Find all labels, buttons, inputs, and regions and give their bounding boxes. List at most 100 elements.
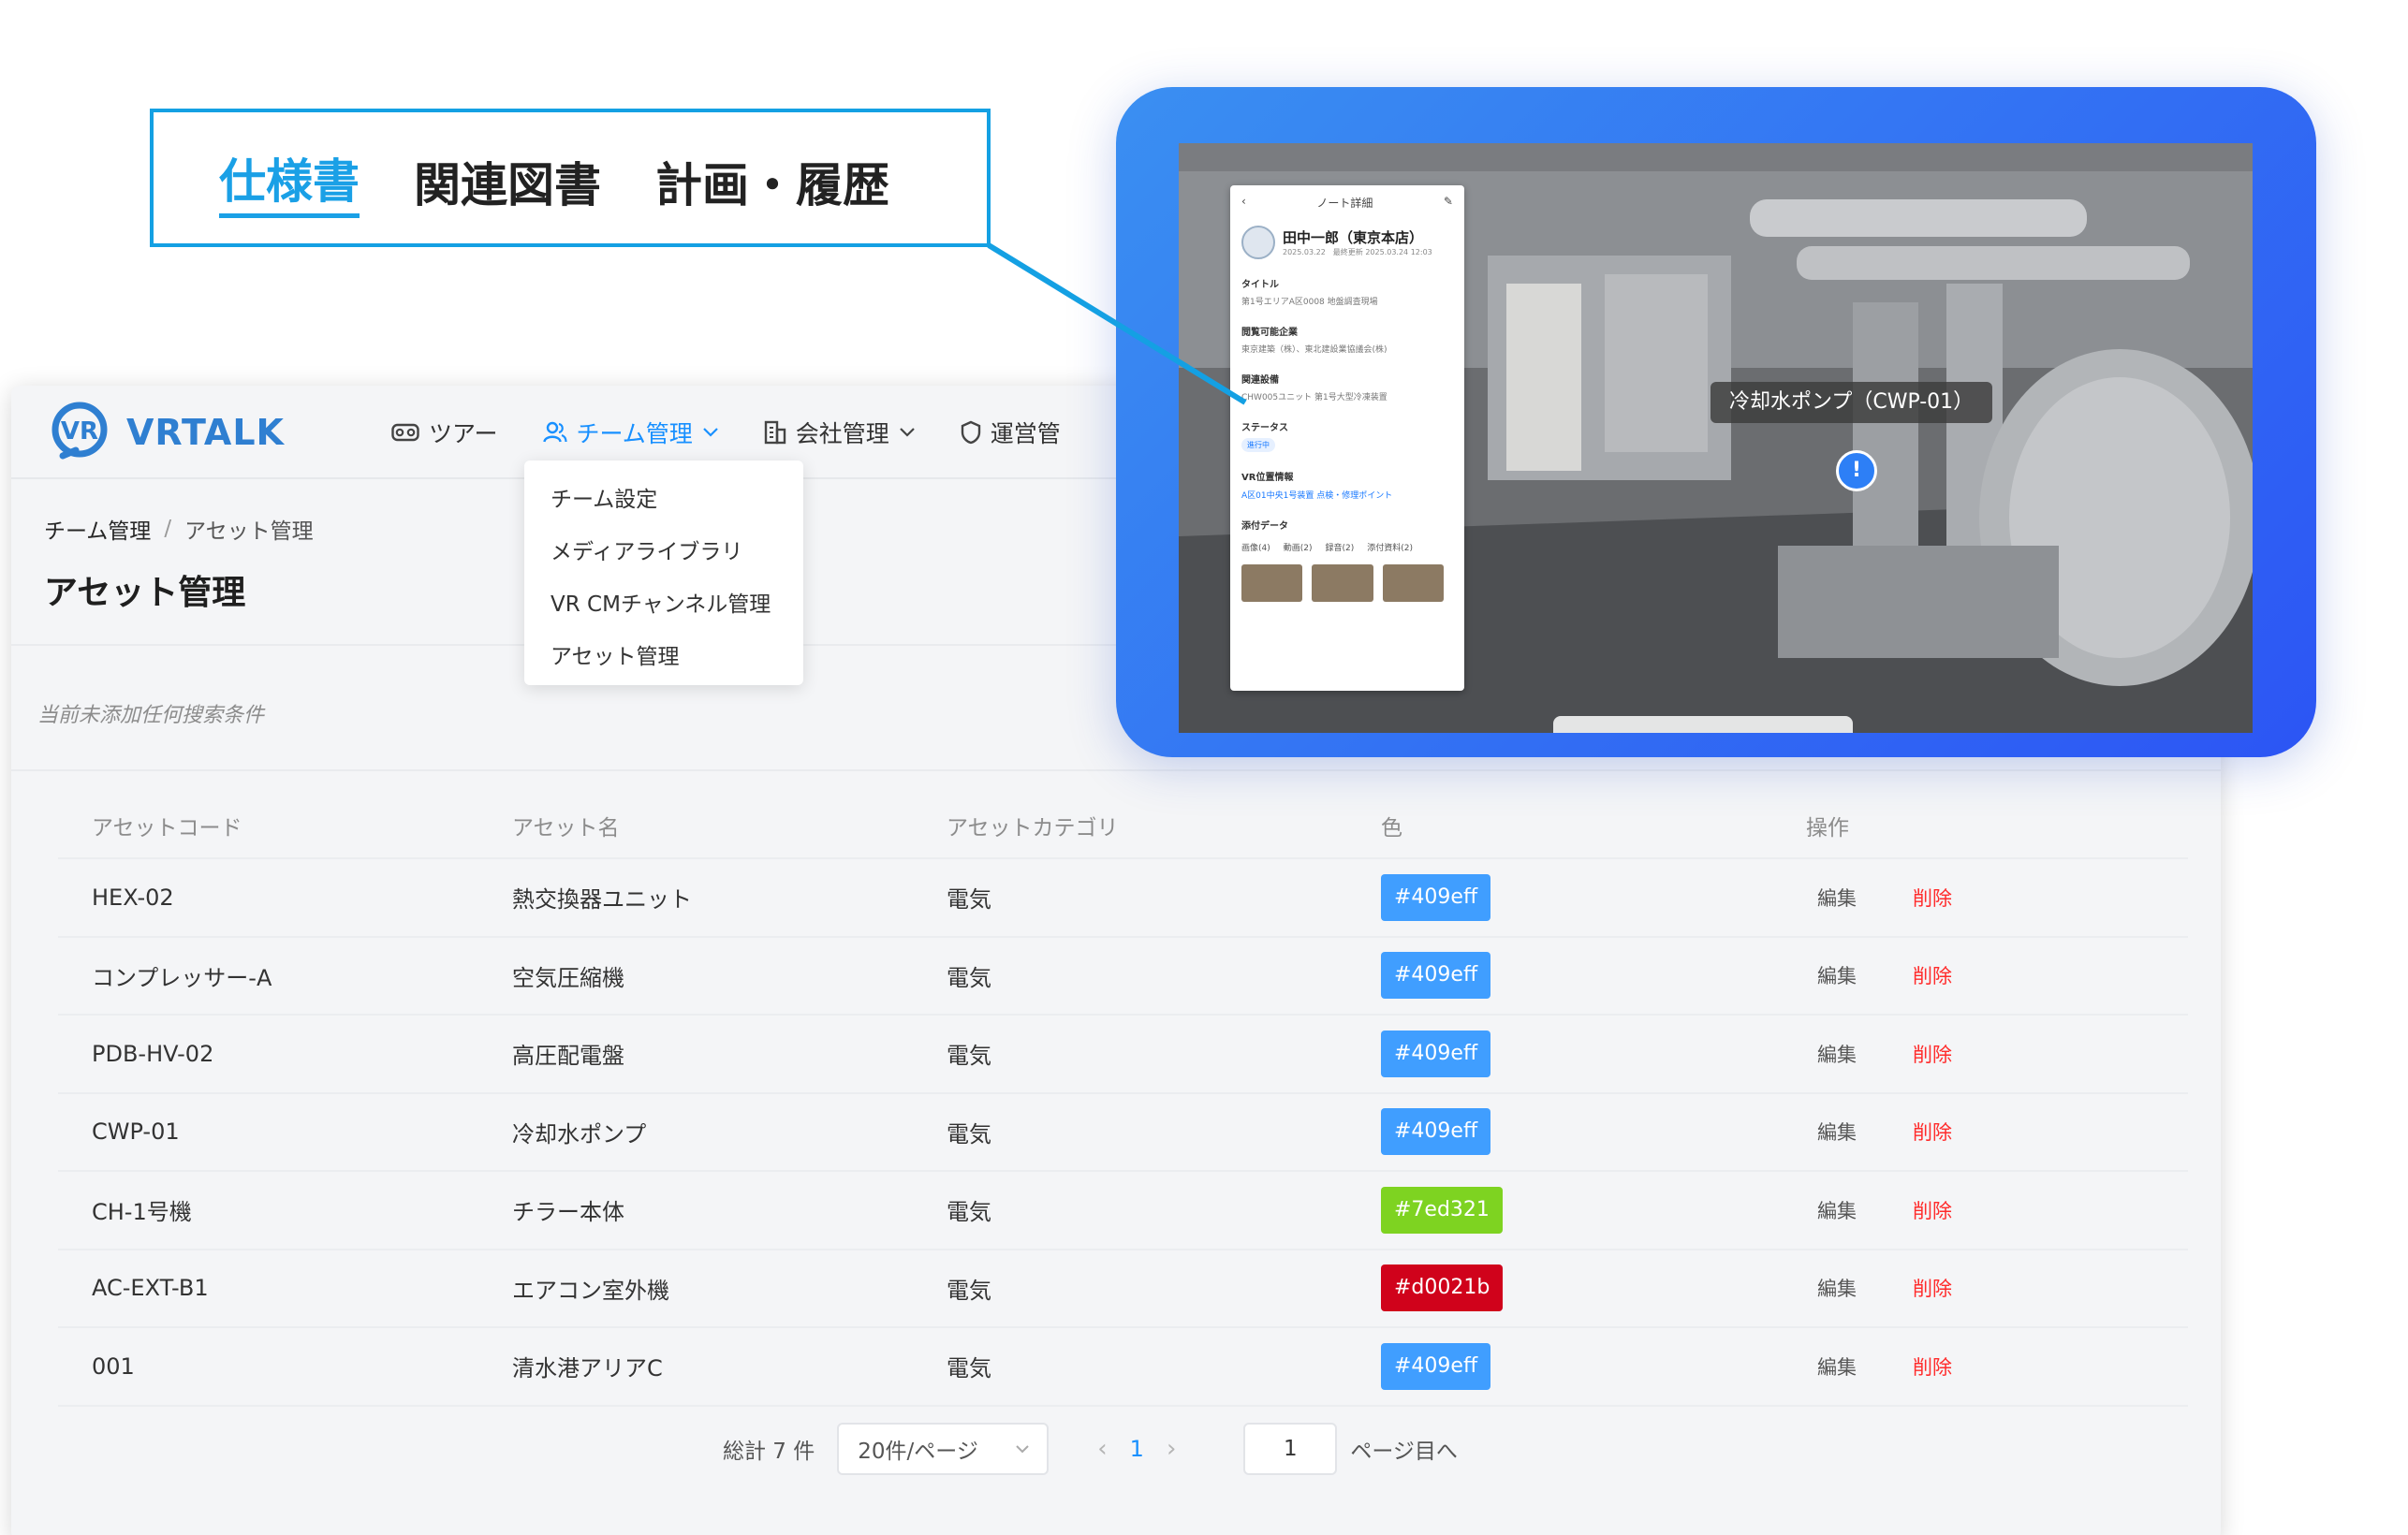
breadcrumb: チーム管理 / アセット管理 (44, 513, 314, 545)
asset-hotspot-marker[interactable]: ! (1836, 450, 1877, 491)
attachment-thumbnail[interactable] (1382, 564, 1444, 602)
delete-button[interactable]: 削除 (1913, 1118, 1952, 1146)
color-swatch: #d0021b (1381, 1265, 1504, 1312)
cell-asset-code: 001 (92, 1352, 135, 1380)
note-header: ノート詳細 (1316, 197, 1373, 210)
cell-asset-name: 熱交換器ユニット (512, 886, 692, 914)
cell-color: #409eff (1364, 1108, 1799, 1156)
edit-icon[interactable]: ✎ (1444, 195, 1453, 211)
menu-item-media-library[interactable]: メディアライブラリ (524, 526, 803, 578)
status-badge: 進行中 (1241, 438, 1275, 452)
note-field-value: 第1号エリアA区0008 地盤調査現場 (1241, 298, 1378, 307)
page-size-value: 20件/ページ (858, 1440, 978, 1464)
nav-team-management[interactable]: チーム管理 (542, 416, 719, 449)
cell-asset-code: コンプレッサー-A (92, 964, 272, 991)
document-tabs-callout: 仕様書 関連図書 計画・履歴 (150, 109, 991, 247)
nav-company-label: 会社管理 (795, 420, 889, 447)
nav-tour-label: ツアー (429, 420, 498, 447)
cell-actions: 編集 削除 (1799, 961, 2188, 989)
edit-button[interactable]: 編集 (1817, 1274, 1857, 1302)
chevron-down-icon (900, 428, 915, 437)
nav-tour[interactable]: ツアー (391, 416, 498, 449)
pagination: 総計 7 件 20件/ページ ‹ 1 › 1 ページ目へ (723, 1423, 1458, 1475)
cell-asset-code: AC-EXT-B1 (92, 1275, 209, 1302)
edit-button[interactable]: 編集 (1817, 1118, 1857, 1146)
edit-button[interactable]: 編集 (1817, 884, 1857, 912)
edit-button[interactable]: 編集 (1817, 1040, 1857, 1068)
logo-icon: VR (51, 402, 108, 460)
vr-goggles-icon (391, 423, 419, 442)
attachment-tab[interactable]: 添付資料(2) (1367, 541, 1413, 553)
note-field-value: 東京建築（株）、東北建設業協議会(株) (1241, 345, 1388, 355)
column-header-asset-name: アセット名 (512, 816, 620, 841)
attachment-tab[interactable]: 録音(2) (1326, 541, 1355, 553)
chevron-down-icon (1016, 1445, 1029, 1454)
table-row: CWP-01 冷却水ポンプ 電気 #409eff 編集 削除 (58, 1094, 2188, 1172)
page-size-select[interactable]: 20件/ページ (837, 1423, 1050, 1475)
cell-color: #d0021b (1364, 1265, 1799, 1312)
asset-hotspot-label[interactable]: 冷却水ポンプ（CWP-01） (1711, 382, 1993, 423)
prev-page-button[interactable]: ‹ (1097, 1435, 1107, 1463)
color-swatch: #409eff (1381, 1108, 1491, 1156)
table-row: CH-1号機 チラー本体 電気 #7ed321 編集 削除 (58, 1172, 2188, 1250)
logo-wordmark: VRTALK (126, 412, 286, 453)
note-detail-panel[interactable]: ‹ ノート詳細 ✎ 田中一郎（東京本店） 2025.03.22 最終更新 202… (1230, 185, 1464, 691)
edit-button[interactable]: 編集 (1817, 1196, 1857, 1224)
table-header: アセットコード アセット名 アセットカテゴリ 色 操作 (58, 794, 2188, 859)
column-header-asset-category: アセットカテゴリ (947, 816, 1119, 841)
cell-asset-code: HEX-02 (92, 884, 174, 911)
cell-asset-category: 電気 (947, 886, 991, 914)
nav-company-management[interactable]: 会社管理 (764, 416, 916, 449)
delete-button[interactable]: 削除 (1913, 1040, 1952, 1068)
cell-asset-name: 高圧配電盤 (512, 1043, 624, 1070)
menu-item-team-settings[interactable]: チーム設定 (524, 474, 803, 526)
back-arrow-icon[interactable]: ‹ (1241, 195, 1246, 211)
note-user-name: 田中一郎（東京本店） (1283, 229, 1424, 246)
menu-item-asset-management[interactable]: アセット管理 (524, 631, 803, 683)
vrtalk-logo[interactable]: VR VRTALK (44, 397, 285, 468)
next-page-button[interactable]: › (1167, 1435, 1176, 1463)
menu-item-vr-cm-channel[interactable]: VR CMチャンネル管理 (524, 578, 803, 631)
tab-specification[interactable]: 仕様書 (219, 144, 360, 218)
cell-actions: 編集 削除 (1799, 884, 2188, 912)
attachment-thumbnail[interactable] (1312, 564, 1373, 602)
delete-button[interactable]: 削除 (1913, 1274, 1952, 1302)
edit-button[interactable]: 編集 (1817, 961, 1857, 989)
vr-toolbar[interactable] (1553, 716, 1853, 733)
page-number-current[interactable]: 1 (1130, 1436, 1144, 1462)
delete-button[interactable]: 削除 (1913, 1352, 1952, 1381)
page-jump-input[interactable]: 1 (1243, 1423, 1338, 1475)
delete-button[interactable]: 削除 (1913, 884, 1952, 912)
edit-button[interactable]: 編集 (1817, 1352, 1857, 1381)
cell-asset-code: PDB-HV-02 (92, 1040, 214, 1067)
vr-device-frame: ‹ ノート詳細 ✎ 田中一郎（東京本店） 2025.03.22 最終更新 202… (1116, 87, 2316, 757)
cell-actions: 編集 削除 (1799, 1196, 2188, 1224)
cell-color: #409eff (1364, 1342, 1799, 1390)
cell-asset-category: 電気 (947, 1120, 991, 1148)
cell-color: #409eff (1364, 873, 1799, 921)
delete-button[interactable]: 削除 (1913, 1196, 1952, 1224)
document-tabs: 仕様書 関連図書 計画・履歴 (219, 144, 944, 218)
cell-color: #409eff (1364, 1030, 1799, 1077)
note-date: 2025.03.22 最終更新 2025.03.24 12:03 (1283, 248, 1432, 256)
attachment-thumbnail[interactable] (1241, 564, 1303, 602)
team-icon (542, 421, 567, 443)
cell-asset-name: エアコン室外機 (512, 1277, 669, 1304)
breadcrumb-team-management[interactable]: チーム管理 (44, 513, 151, 545)
location-link[interactable]: A区01中央1号装置 点検・修理ポイント (1241, 489, 1453, 501)
attachment-tab[interactable]: 動画(2) (1284, 541, 1313, 553)
color-swatch: #409eff (1381, 1030, 1491, 1077)
delete-button[interactable]: 削除 (1913, 961, 1952, 989)
tab-plan-history[interactable]: 計画・履歴 (655, 148, 889, 215)
table-row: HEX-02 熱交換器ユニット 電気 #409eff 編集 削除 (58, 859, 2188, 938)
svg-text:VR: VR (61, 417, 98, 446)
attachment-tab[interactable]: 画像(4) (1241, 541, 1270, 553)
tab-related-drawings[interactable]: 関連図書 (414, 148, 601, 215)
cell-color: #409eff (1364, 952, 1799, 1000)
color-swatch: #7ed321 (1381, 1186, 1503, 1234)
location-label: VR位置情報 (1241, 473, 1294, 483)
cell-actions: 編集 削除 (1799, 1274, 2188, 1302)
nav-operations-management[interactable]: 運営管 (961, 416, 1061, 449)
vr-viewer[interactable]: ‹ ノート詳細 ✎ 田中一郎（東京本店） 2025.03.22 最終更新 202… (1179, 143, 2253, 733)
cell-actions: 編集 削除 (1799, 1118, 2188, 1146)
